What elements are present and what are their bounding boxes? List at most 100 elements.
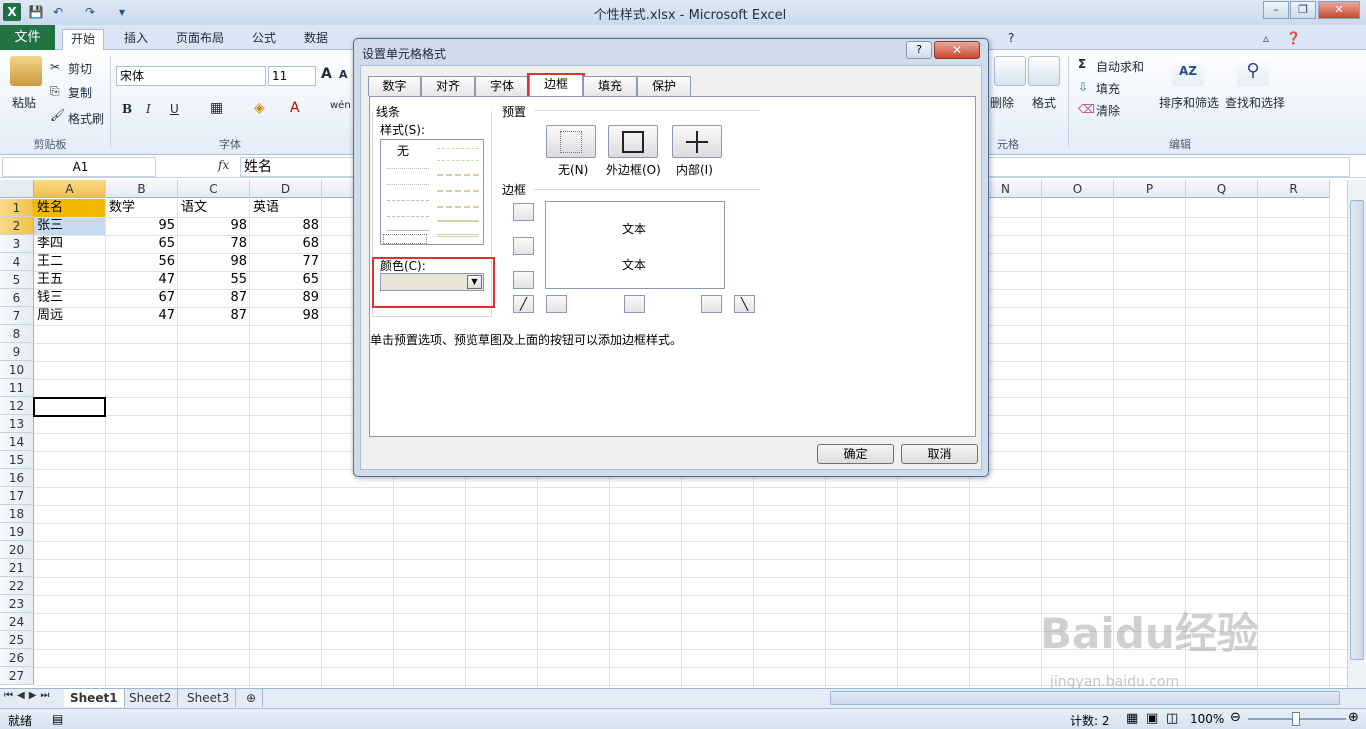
fill-icon[interactable]: ⇩ [1078, 80, 1088, 94]
help-icon[interactable]: ? [1000, 29, 1022, 49]
grow-font-button[interactable]: A [321, 66, 332, 82]
cancel-button[interactable]: 取消 [901, 444, 978, 464]
row-header[interactable]: 6 [0, 289, 34, 307]
delete-cells-icon[interactable] [994, 56, 1026, 86]
sheet-cell[interactable]: 67 [106, 289, 178, 307]
shrink-font-button[interactable]: A [339, 68, 348, 81]
dialog-close-button[interactable]: ✕ [934, 41, 980, 59]
line-style-option[interactable] [387, 230, 429, 231]
scroll-thumb[interactable] [1350, 200, 1364, 660]
sheet-cell[interactable]: 78 [178, 235, 250, 253]
format-painter-button[interactable]: 格式刷 [68, 110, 104, 127]
row-header[interactable]: 8 [0, 325, 34, 343]
sheet-cell[interactable]: 王五 [34, 271, 106, 289]
column-header-a[interactable]: A [34, 180, 106, 198]
delete-cells-button[interactable]: 删除 [990, 94, 1014, 111]
fill-button[interactable]: 填充 [1096, 80, 1120, 97]
line-style-list[interactable]: 无 [380, 139, 484, 245]
sort-filter-icon[interactable]: AZ [1172, 56, 1204, 86]
sheet-tab-3[interactable]: Sheet3 [181, 689, 237, 707]
underline-button[interactable]: U [170, 102, 179, 116]
row-header[interactable]: 27 [0, 667, 34, 685]
sheet-cell[interactable]: 张三 [34, 217, 106, 235]
close-window-button[interactable]: ✕ [1318, 1, 1360, 19]
border-middle-button[interactable] [513, 237, 534, 255]
row-header[interactable]: 15 [0, 451, 34, 469]
column-header-p[interactable]: P [1114, 180, 1186, 198]
paste-button[interactable]: 粘贴 [12, 94, 36, 111]
sheet-cell[interactable]: 英语 [250, 199, 322, 217]
new-sheet-icon[interactable]: ⊕ [240, 689, 264, 707]
paste-icon[interactable] [10, 56, 42, 86]
sheet-cell[interactable]: 87 [178, 289, 250, 307]
phonetic-button[interactable]: wén [330, 100, 351, 111]
sheet-cell[interactable]: 98 [178, 217, 250, 235]
format-cells-button[interactable]: 格式 [1032, 94, 1056, 111]
row-header[interactable]: 25 [0, 631, 34, 649]
line-style-option[interactable] [437, 234, 479, 237]
dialog-help-button[interactable]: ? [906, 41, 932, 59]
ribbon-collapse-icon[interactable]: ▵ [1255, 29, 1277, 49]
tab-home[interactable]: 开始 [62, 29, 105, 51]
zoom-slider-thumb[interactable] [1292, 712, 1300, 726]
page-layout-view-icon[interactable]: ▣ [1146, 711, 1158, 726]
select-all-corner[interactable] [0, 180, 34, 198]
sheet-cell[interactable]: 周远 [34, 307, 106, 325]
preset-none-button[interactable] [546, 125, 596, 158]
line-style-option[interactable] [387, 184, 429, 185]
cut-icon[interactable]: ✂ [50, 60, 60, 74]
tab-number[interactable]: 数字 [368, 76, 421, 96]
sheet-tab-1[interactable]: Sheet1 [64, 689, 125, 707]
column-header-b[interactable]: B [106, 180, 178, 198]
line-style-option[interactable] [437, 190, 479, 192]
sheet-cell[interactable]: 数学 [106, 199, 178, 217]
row-header[interactable]: 1 [0, 199, 34, 217]
row-header[interactable]: 9 [0, 343, 34, 361]
column-header-o[interactable]: O [1042, 180, 1114, 198]
insert-function-icon[interactable]: fx [218, 158, 229, 172]
autosum-button[interactable]: 自动求和 [1096, 58, 1144, 75]
sheet-cell[interactable]: 姓名 [34, 199, 106, 217]
sheet-cell[interactable]: 钱三 [34, 289, 106, 307]
row-header[interactable]: 24 [0, 613, 34, 631]
format-painter-icon[interactable]: 🖌 [50, 108, 65, 122]
row-header[interactable]: 14 [0, 433, 34, 451]
sheet-cell[interactable]: 65 [250, 271, 322, 289]
border-center-button[interactable] [624, 295, 645, 313]
row-header[interactable]: 7 [0, 307, 34, 325]
font-size-select[interactable]: 11 [268, 66, 316, 86]
sheet-cell[interactable]: 88 [250, 217, 322, 235]
zoom-out-icon[interactable]: ⊖ [1230, 710, 1241, 725]
border-preview[interactable]: 文本 文本 [545, 201, 725, 289]
sheet-cell[interactable]: 47 [106, 271, 178, 289]
border-right-button[interactable] [701, 295, 722, 313]
tab-page-layout[interactable]: 页面布局 [168, 29, 232, 49]
column-header-q[interactable]: Q [1186, 180, 1258, 198]
clear-icon[interactable]: ⌫ [1078, 102, 1095, 116]
normal-view-icon[interactable]: ▦ [1126, 711, 1138, 726]
column-header-d[interactable]: D [250, 180, 322, 198]
line-style-none[interactable]: 无 [397, 142, 409, 159]
border-diag-up-button[interactable]: ╱ [513, 295, 534, 313]
tab-file[interactable]: 文件 [0, 25, 55, 50]
font-color-icon[interactable]: A [290, 100, 300, 116]
sheet-tab-2[interactable]: Sheet2 [123, 689, 179, 707]
column-header-r[interactable]: R [1258, 180, 1330, 198]
border-left-button[interactable] [546, 295, 567, 313]
page-break-view-icon[interactable]: ◫ [1166, 711, 1178, 726]
border-top-button[interactable] [513, 203, 534, 221]
redo-icon[interactable]: ↷ [82, 4, 98, 20]
row-header[interactable]: 13 [0, 415, 34, 433]
macro-record-icon[interactable]: ▤ [52, 712, 63, 726]
sheet-cell[interactable]: 语文 [178, 199, 250, 217]
row-header[interactable]: 5 [0, 271, 34, 289]
tab-fill[interactable]: 填充 [583, 76, 637, 96]
sheet-cell[interactable]: 47 [106, 307, 178, 325]
sheet-cell[interactable]: 56 [106, 253, 178, 271]
horizontal-scrollbar[interactable] [830, 691, 1340, 705]
sheet-cell[interactable]: 65 [106, 235, 178, 253]
excel-app-icon[interactable]: X [3, 3, 21, 21]
row-header[interactable]: 21 [0, 559, 34, 577]
line-style-option[interactable] [387, 200, 429, 201]
preset-inside-button[interactable] [672, 125, 722, 158]
